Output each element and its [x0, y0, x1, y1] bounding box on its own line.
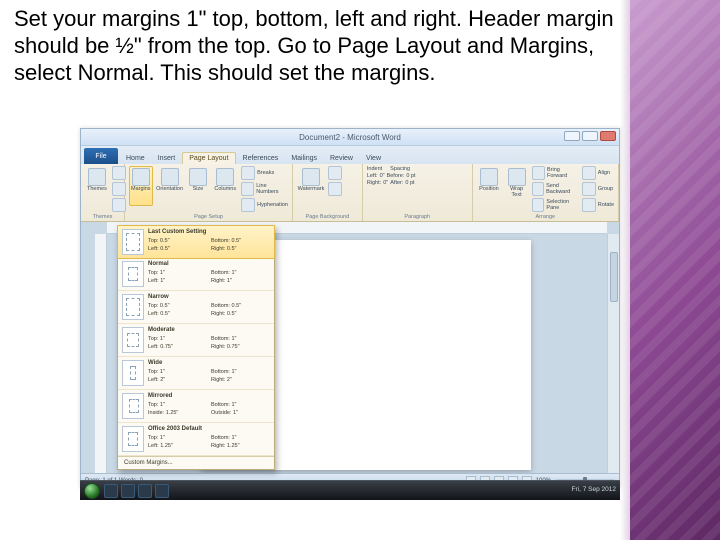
- scroll-thumb[interactable]: [610, 252, 618, 302]
- tab-view[interactable]: View: [360, 153, 387, 164]
- margin-preview-icon: [122, 426, 144, 452]
- custom-margins-button[interactable]: Custom Margins...: [118, 456, 274, 469]
- window-title: Document2 - Microsoft Word: [299, 133, 401, 142]
- group-paragraph: Indent Spacing Left: 0" Before: 0 pt Rig…: [363, 164, 473, 221]
- word-window: Document2 - Microsoft Word File Home Ins…: [80, 128, 620, 488]
- title-bar: Document2 - Microsoft Word: [81, 129, 619, 146]
- tab-insert[interactable]: Insert: [152, 153, 182, 164]
- page-borders-icon[interactable]: [328, 182, 342, 196]
- margin-option-last-custom[interactable]: Last Custom Setting Top: 0.5" Bottom: 0.…: [117, 225, 275, 259]
- group-page-setup: Margins Orientation Size Columns: [125, 164, 293, 221]
- page-color-icon[interactable]: [328, 166, 342, 180]
- group-arrange: Position Wrap Text Bring Forward Send Ba…: [473, 164, 619, 221]
- tab-references[interactable]: References: [237, 153, 285, 164]
- theme-colors-icon[interactable]: [112, 166, 126, 180]
- position-button[interactable]: Position: [477, 166, 502, 206]
- theme-effects-icon[interactable]: [112, 198, 126, 212]
- selection-pane-icon[interactable]: [532, 198, 545, 212]
- maximize-button[interactable]: [582, 131, 598, 141]
- margins-button[interactable]: Margins: [129, 166, 153, 206]
- close-button[interactable]: [600, 131, 616, 141]
- slide-accent: [630, 0, 720, 540]
- vertical-ruler[interactable]: [95, 234, 107, 473]
- spacing-after-value[interactable]: 0 pt: [405, 180, 414, 186]
- taskbar-app-icon[interactable]: [138, 484, 152, 498]
- size-icon: [189, 168, 207, 186]
- tray-icon[interactable]: [558, 486, 568, 496]
- themes-icon: [88, 168, 106, 186]
- hyphenation-icon[interactable]: [241, 198, 255, 212]
- margin-option-office-2003[interactable]: Office 2003 Default Top: 1" Bottom: 1" L…: [118, 423, 274, 456]
- watermark-icon: [302, 168, 320, 186]
- taskbar-app-icon[interactable]: [104, 484, 118, 498]
- tab-row: File Home Insert Page Layout References …: [81, 146, 619, 164]
- group-icon[interactable]: [582, 182, 596, 196]
- indent-right-value[interactable]: 0": [383, 180, 388, 186]
- start-button[interactable]: [84, 483, 100, 499]
- vertical-scrollbar[interactable]: [607, 234, 619, 473]
- instruction-text: Set your margins 1" top, bottom, left an…: [14, 6, 614, 86]
- margin-option-normal[interactable]: Normal Top: 1" Bottom: 1" Left: 1" Right…: [118, 258, 274, 291]
- tab-home[interactable]: Home: [120, 153, 151, 164]
- margin-preview-icon: [122, 360, 144, 386]
- tab-mailings[interactable]: Mailings: [285, 153, 323, 164]
- taskbar-clock[interactable]: Fri, 7 Sep 2012: [572, 487, 616, 494]
- margin-option-moderate[interactable]: Moderate Top: 1" Bottom: 1" Left: 0.75" …: [118, 324, 274, 357]
- ribbon: Themes Themes Margins: [81, 164, 619, 222]
- tray-icon[interactable]: [544, 486, 554, 496]
- group-themes: Themes Themes: [81, 164, 125, 221]
- theme-fonts-icon[interactable]: [112, 182, 126, 196]
- minimize-button[interactable]: [564, 131, 580, 141]
- wrap-text-icon: [508, 168, 526, 186]
- margin-preview-icon: [122, 327, 144, 353]
- margin-preview-icon: [122, 229, 144, 255]
- rotate-icon[interactable]: [582, 198, 596, 212]
- margin-option-mirrored[interactable]: Mirrored Top: 1" Bottom: 1" Inside: 1.25…: [118, 390, 274, 423]
- windows-taskbar: Fri, 7 Sep 2012: [80, 480, 620, 500]
- orientation-button[interactable]: Orientation: [156, 166, 184, 206]
- tab-review[interactable]: Review: [324, 153, 359, 164]
- taskbar-app-icon[interactable]: [155, 484, 169, 498]
- margins-dropdown: Last Custom Setting Top: 0.5" Bottom: 0.…: [117, 225, 275, 470]
- taskbar-app-icon[interactable]: [121, 484, 135, 498]
- line-numbers-icon[interactable]: [241, 182, 254, 196]
- watermark-button[interactable]: Watermark: [297, 166, 325, 206]
- size-button[interactable]: Size: [187, 166, 210, 206]
- columns-icon: [216, 168, 234, 186]
- margin-preview-icon: [122, 261, 144, 287]
- send-backward-icon[interactable]: [532, 182, 544, 196]
- spacing-before-value[interactable]: 0 pt: [406, 173, 415, 179]
- margins-icon: [132, 168, 150, 186]
- themes-button[interactable]: Themes: [85, 166, 109, 206]
- margin-option-wide[interactable]: Wide Top: 1" Bottom: 1" Left: 2" Right: …: [118, 357, 274, 390]
- group-page-background: Watermark Page Background: [293, 164, 363, 221]
- wrap-text-button[interactable]: Wrap Text: [504, 166, 529, 206]
- margin-preview-icon: [122, 294, 144, 320]
- indent-left-value[interactable]: 0": [380, 173, 385, 179]
- align-icon[interactable]: [582, 166, 596, 180]
- margin-option-narrow[interactable]: Narrow Top: 0.5" Bottom: 0.5" Left: 0.5"…: [118, 291, 274, 324]
- position-icon: [480, 168, 498, 186]
- file-tab[interactable]: File: [84, 148, 118, 164]
- orientation-icon: [161, 168, 179, 186]
- bring-forward-icon[interactable]: [532, 166, 545, 180]
- columns-button[interactable]: Columns: [212, 166, 238, 206]
- margin-preview-icon: [122, 393, 144, 419]
- tab-page-layout[interactable]: Page Layout: [182, 152, 235, 164]
- breaks-icon[interactable]: [241, 166, 255, 180]
